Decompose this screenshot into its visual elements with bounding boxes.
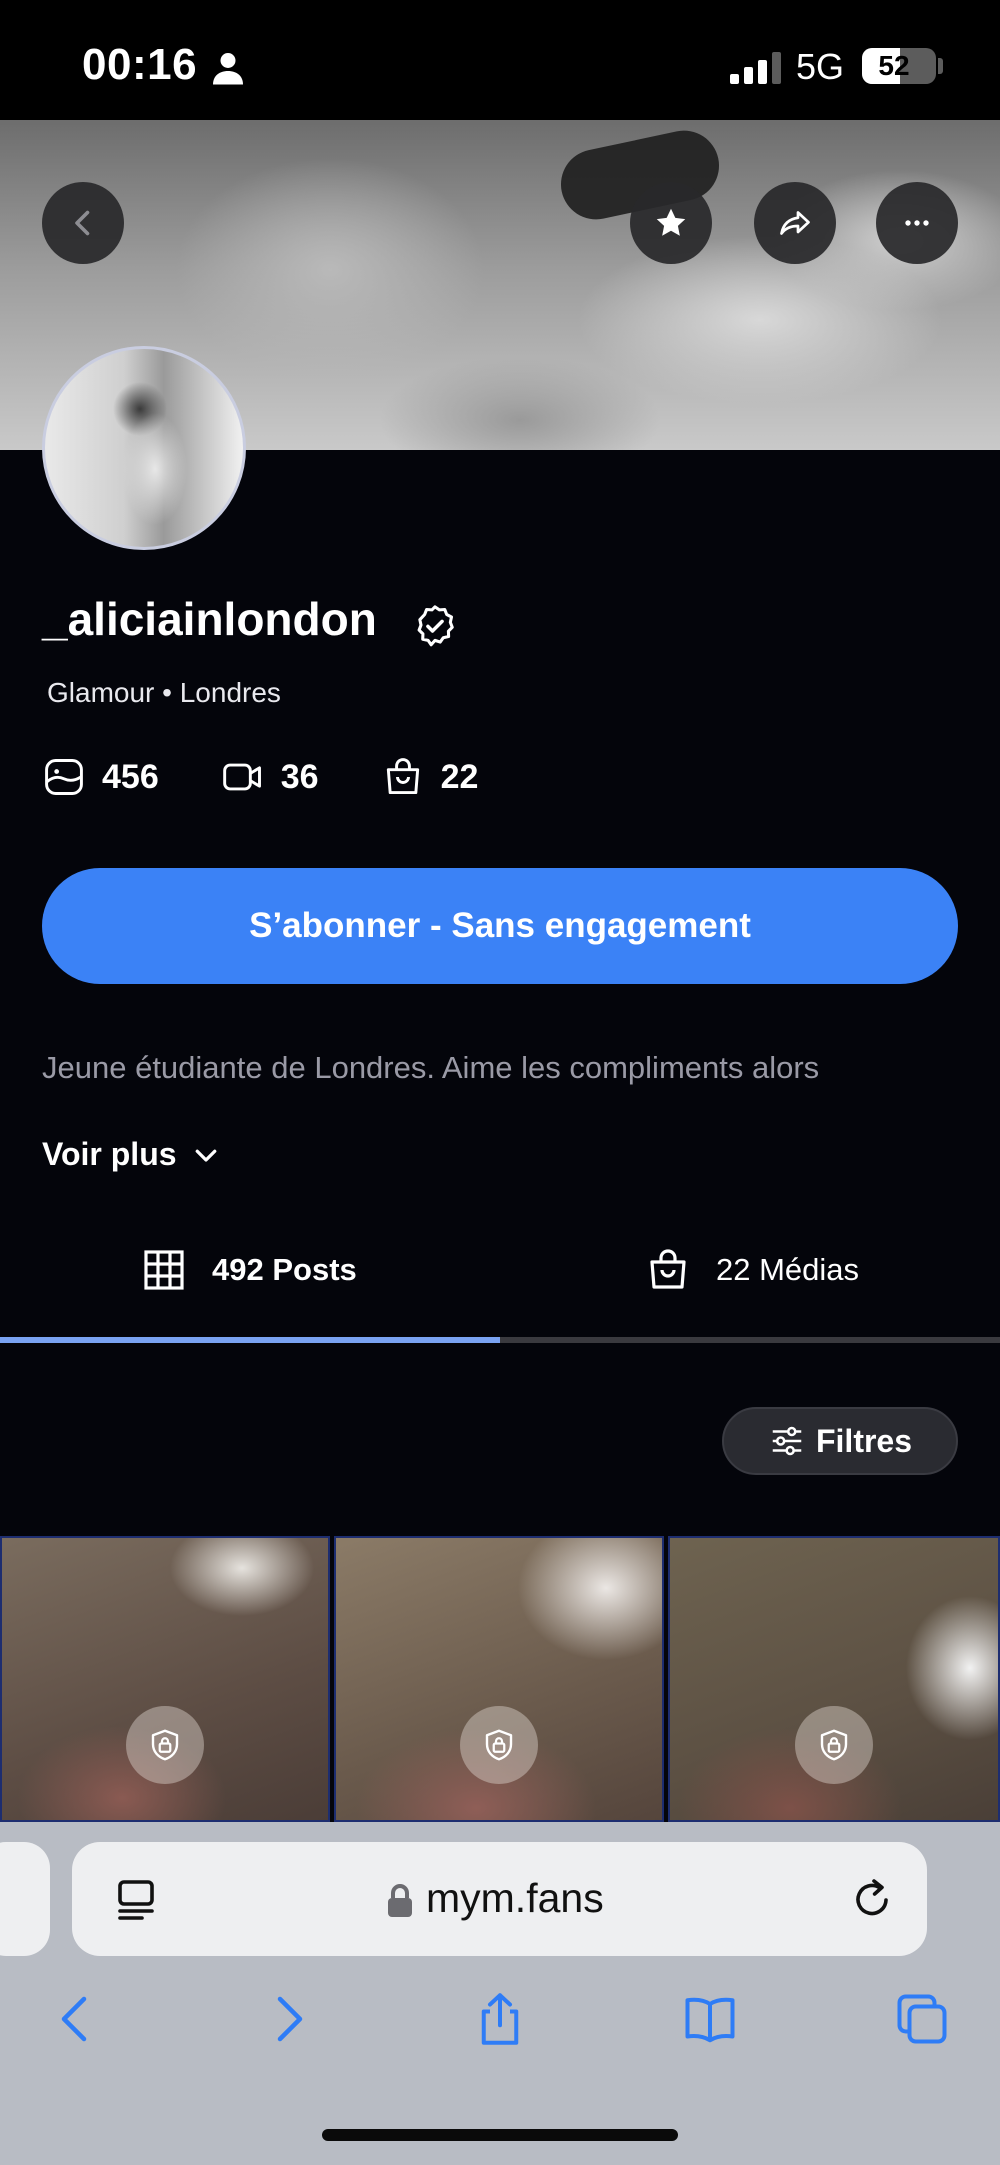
stat-photos: 456: [42, 755, 159, 799]
tab-posts-label: 492 Posts: [212, 1252, 357, 1287]
stat-medias: 22: [381, 755, 479, 799]
previous-tab-preview[interactable]: [0, 1842, 50, 1956]
signal-icon: [730, 52, 781, 84]
see-more-button[interactable]: Voir plus: [42, 1136, 221, 1173]
status-time: 00:16: [82, 40, 198, 89]
stat-medias-count: 22: [440, 757, 479, 796]
tab-medias[interactable]: 22 Médias: [644, 1240, 859, 1300]
lock-icon: [388, 1884, 412, 1917]
status-bar: 00:16 5G 52: [0, 0, 1000, 120]
back-icon[interactable]: [44, 1988, 104, 2050]
tabs-icon[interactable]: [892, 1988, 952, 2050]
lock-icon: [820, 1729, 848, 1761]
home-indicator: [322, 2129, 678, 2141]
bag-icon: [650, 1249, 686, 1289]
see-more-label: Voir plus: [42, 1136, 177, 1172]
profile-bio: Jeune étudiante de Londres. Aime les com…: [42, 1050, 820, 1085]
subscribe-button[interactable]: S’abonner - Sans engagement: [42, 868, 958, 984]
sliders-icon: [772, 1426, 802, 1456]
url-text: mym.fans: [426, 1875, 604, 1921]
video-icon: [222, 763, 261, 791]
lock-icon: [151, 1729, 179, 1761]
more-button[interactable]: [876, 182, 958, 264]
person-icon: [213, 53, 243, 85]
battery-level: 52: [878, 50, 910, 81]
lock-icon: [485, 1729, 513, 1761]
grid-icon: [144, 1250, 184, 1290]
lock-badge: [795, 1706, 873, 1784]
lock-badge: [126, 1706, 204, 1784]
profile-username: _aliciainlondon: [42, 593, 377, 645]
share-arrow-icon: [780, 211, 810, 235]
battery-nub: [938, 58, 943, 74]
tab-medias-label: 22 Médias: [716, 1252, 860, 1287]
share-icon[interactable]: [470, 1988, 530, 2050]
battery-icon: 52: [862, 48, 936, 84]
chevron-down-icon: [195, 1149, 216, 1162]
grid-item[interactable]: [334, 1536, 664, 1822]
back-button[interactable]: [42, 182, 124, 264]
grid-item[interactable]: [668, 1536, 1000, 1822]
tab-active-indicator: [0, 1337, 500, 1343]
avatar[interactable]: [42, 346, 246, 550]
star-icon: [656, 208, 686, 236]
more-dots-icon: [905, 220, 929, 226]
network-type: 5G: [796, 46, 845, 87]
stat-photos-count: 456: [102, 757, 159, 796]
stat-videos: 36: [221, 755, 319, 799]
bookmarks-icon[interactable]: [680, 1988, 740, 2050]
profile-subtitle: Glamour • Londres: [47, 677, 281, 708]
lock-badge: [460, 1706, 538, 1784]
favorite-button[interactable]: [630, 182, 712, 264]
bag-icon: [386, 758, 419, 795]
forward-icon[interactable]: [260, 1988, 320, 2050]
posts-grid: [0, 1536, 1000, 1822]
profile-stats: 456 36 22: [42, 752, 540, 802]
chevron-left-icon: [75, 210, 90, 236]
tab-posts[interactable]: 492 Posts: [140, 1240, 357, 1300]
filters-label: Filtres: [815, 1422, 913, 1459]
share-button[interactable]: [754, 182, 836, 264]
reader-icon[interactable]: [112, 1876, 160, 1924]
verified-badge-icon: [417, 605, 454, 647]
grid-item[interactable]: [0, 1536, 330, 1822]
filters-button[interactable]: Filtres: [722, 1407, 958, 1475]
stat-videos-count: 36: [280, 757, 319, 796]
reload-icon[interactable]: [848, 1874, 896, 1922]
photo-icon: [45, 759, 83, 795]
